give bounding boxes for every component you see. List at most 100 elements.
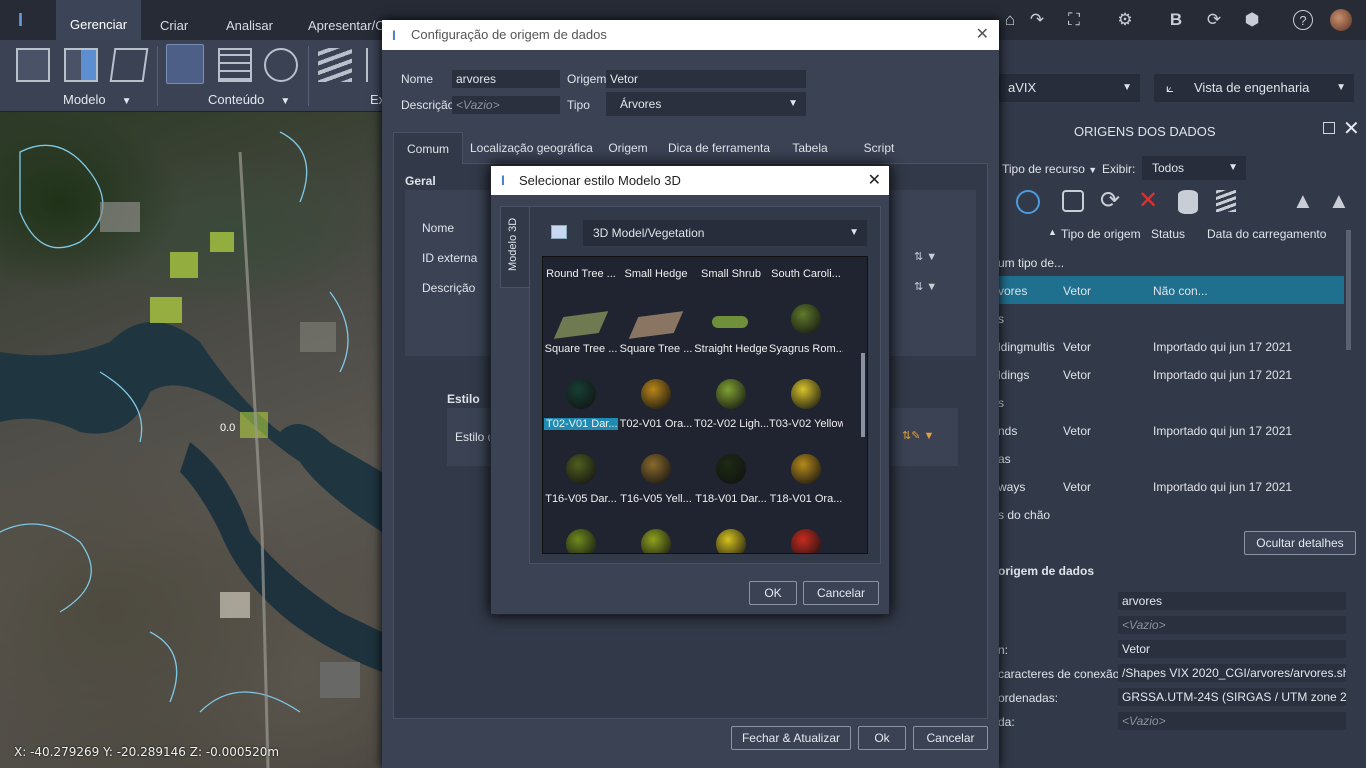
view-select[interactable]: ⟀ Vista de engenharia ▼ <box>1154 74 1354 102</box>
ok-button[interactable]: OK <box>749 581 797 605</box>
model-tile[interactable]: South Caroli... <box>769 257 844 282</box>
bentley-b-icon[interactable]: B <box>1166 10 1186 30</box>
model-tile[interactable]: Syagrus Rom... <box>769 282 844 357</box>
user-avatar[interactable] <box>1330 9 1352 31</box>
detail-value[interactable]: GRSSA.UTM-24S (SIRGAS / UTM zone 24S) <box>1118 688 1346 706</box>
origem-field[interactable]: Vetor <box>606 70 806 88</box>
model-tile[interactable]: T16-V05 Dar... <box>544 432 619 507</box>
table-row[interactable]: ldings Vetor Importado qui jun 17 2021 <box>998 360 1344 388</box>
table-row[interactable]: vores Vetor Não con... <box>998 276 1344 304</box>
database-icon[interactable] <box>1178 190 1198 214</box>
shapes-add-icon[interactable]: ▲ <box>1328 188 1350 214</box>
side-tab-modelo3d[interactable]: Modelo 3D <box>500 206 530 288</box>
sort-asc-icon[interactable]: ▲ <box>1048 227 1057 237</box>
model-layout-icon[interactable] <box>64 48 98 82</box>
tab-criar[interactable]: Criar <box>160 18 188 33</box>
group-conteudo[interactable]: Conteúdo ▼ <box>208 92 290 107</box>
estilo-edit-icon[interactable]: ⇅✎ ▼ <box>902 429 934 442</box>
column-status[interactable]: Status <box>1151 227 1185 241</box>
cube-icon[interactable]: ⬢ <box>1242 10 1262 30</box>
model-tile[interactable]: T18-V01 Dar... <box>694 432 769 507</box>
delete-icon[interactable]: ✕ <box>1138 186 1158 215</box>
model-tile[interactable] <box>619 507 694 553</box>
model-tile[interactable]: T02-V01 Dar... <box>544 357 619 432</box>
tab-gerenciar[interactable]: Gerenciar <box>56 0 142 40</box>
close-icon[interactable]: ✕ <box>868 166 881 195</box>
layers-icon[interactable] <box>318 48 352 82</box>
add-datasource-icon[interactable] <box>1062 190 1084 212</box>
model-tile[interactable]: Square Tree ... <box>544 282 619 357</box>
model-tile[interactable] <box>544 507 619 553</box>
refresh-icon[interactable]: ⟳ <box>1204 10 1224 30</box>
fullscreen-icon[interactable]: ⛶ <box>1064 10 1084 30</box>
model-tile[interactable] <box>694 507 769 553</box>
model-gallery[interactable]: Round Tree ... Small Hedge Small Shrub Sout… <box>542 256 868 554</box>
model-tile[interactable]: Small Shrub <box>694 257 769 282</box>
tipo-select[interactable]: Árvores ▼ <box>606 92 806 116</box>
model-tile[interactable]: Round Tree ... <box>544 257 619 282</box>
model-tile[interactable]: T16-V05 Yell... <box>619 432 694 507</box>
settings-gear-icon[interactable]: ⚙ <box>1115 10 1135 30</box>
nome-field[interactable]: arvores <box>452 70 560 88</box>
help-icon[interactable]: ? <box>1293 10 1313 30</box>
table-row[interactable]: s do chão <box>998 500 1344 528</box>
restore-window-icon[interactable] <box>1323 122 1335 134</box>
tab-analisar[interactable]: Analisar <box>226 18 273 33</box>
table-row[interactable]: um tipo de... <box>998 248 1344 276</box>
table-scrollbar[interactable] <box>1346 230 1351 350</box>
tab-localizacao[interactable]: Localização geográfica <box>470 132 593 164</box>
gallery-scrollbar[interactable] <box>861 353 865 437</box>
tab-tabela[interactable]: Tabela <box>786 132 834 164</box>
close-icon[interactable]: ✕ <box>976 20 989 50</box>
globe-connect-icon[interactable] <box>1016 190 1040 214</box>
refresh-icon[interactable]: ⟳ <box>1100 186 1120 215</box>
hide-details-button[interactable]: Ocultar detalhes <box>1244 531 1356 555</box>
table-row[interactable]: s <box>998 304 1344 332</box>
table-row[interactable]: ldingmultis Vetor Importado qui jun 17 2021 <box>998 332 1344 360</box>
model-tile[interactable]: Straight Hedge <box>694 282 769 357</box>
model-tile[interactable]: T03-V02 Yellow <box>769 357 844 432</box>
map-sheet-icon[interactable] <box>109 48 149 82</box>
model-tile[interactable]: T02-V01 Ora... <box>619 357 694 432</box>
partial-tool-icon[interactable] <box>366 48 382 82</box>
descricao-binding-icon[interactable]: ⇅ ▼ <box>914 280 937 293</box>
datasource-table-icon[interactable] <box>16 48 50 82</box>
model-tile[interactable] <box>769 507 844 553</box>
detail-value[interactable]: Vetor <box>1118 640 1346 658</box>
layers-edit-icon[interactable] <box>1216 190 1236 212</box>
cancel-button[interactable]: Cancelar <box>803 581 879 605</box>
project-select[interactable]: aVIX ▼ <box>998 74 1140 102</box>
globe-icon[interactable] <box>264 48 298 82</box>
path-select[interactable]: 3D Model/Vegetation ▼ <box>583 220 867 246</box>
library-icon[interactable] <box>551 225 567 239</box>
detail-value[interactable]: <Vazio> <box>1118 616 1346 634</box>
detail-value[interactable]: <Vazio> <box>1118 712 1346 730</box>
table-row[interactable]: nds Vetor Importado qui jun 17 2021 <box>998 416 1344 444</box>
id-field-binding-icon[interactable]: ⇅ ▼ <box>914 250 937 263</box>
tab-script[interactable]: Script <box>856 132 902 164</box>
model-tile[interactable]: Small Hedge <box>619 257 694 282</box>
tab-dica[interactable]: Dica de ferramenta <box>668 132 770 164</box>
home-icon[interactable]: ⌂ <box>1000 10 1020 30</box>
tab-apresentar[interactable]: Apresentar/Co <box>308 18 392 33</box>
close-icon[interactable]: ✕ <box>1343 116 1360 141</box>
shapes-icon[interactable]: ▲ <box>1292 188 1314 214</box>
ok-button[interactable]: Ok <box>858 726 906 750</box>
detail-value[interactable]: /Shapes VIX 2020_CGI/arvores/arvores.shp… <box>1118 664 1346 682</box>
datasource-import-icon[interactable] <box>166 44 204 84</box>
model-tile[interactable]: T18-V01 Ora... <box>769 432 844 507</box>
grid-content-icon[interactable] <box>218 48 252 82</box>
exibir-select[interactable]: Todos ▼ <box>1142 156 1246 180</box>
table-row[interactable]: ways Vetor Importado qui jun 17 2021 <box>998 472 1344 500</box>
resource-type-filter[interactable]: Tipo de recurso ▼ <box>1002 162 1097 176</box>
tab-comum[interactable]: Comum <box>393 132 463 164</box>
column-data-carregamento[interactable]: Data do carregamento <box>1207 227 1326 241</box>
cancel-button[interactable]: Cancelar <box>913 726 988 750</box>
detail-value[interactable]: arvores <box>1118 592 1346 610</box>
map-3d-view[interactable]: 0.0 <box>0 112 382 768</box>
model-tile[interactable]: T02-V02 Ligh... <box>694 357 769 432</box>
group-modelo[interactable]: Modelo ▼ <box>63 92 132 107</box>
table-row[interactable]: s <box>998 388 1344 416</box>
model-tile[interactable]: Square Tree ... <box>619 282 694 357</box>
column-tipo-origem[interactable]: Tipo de origem <box>1061 227 1141 241</box>
